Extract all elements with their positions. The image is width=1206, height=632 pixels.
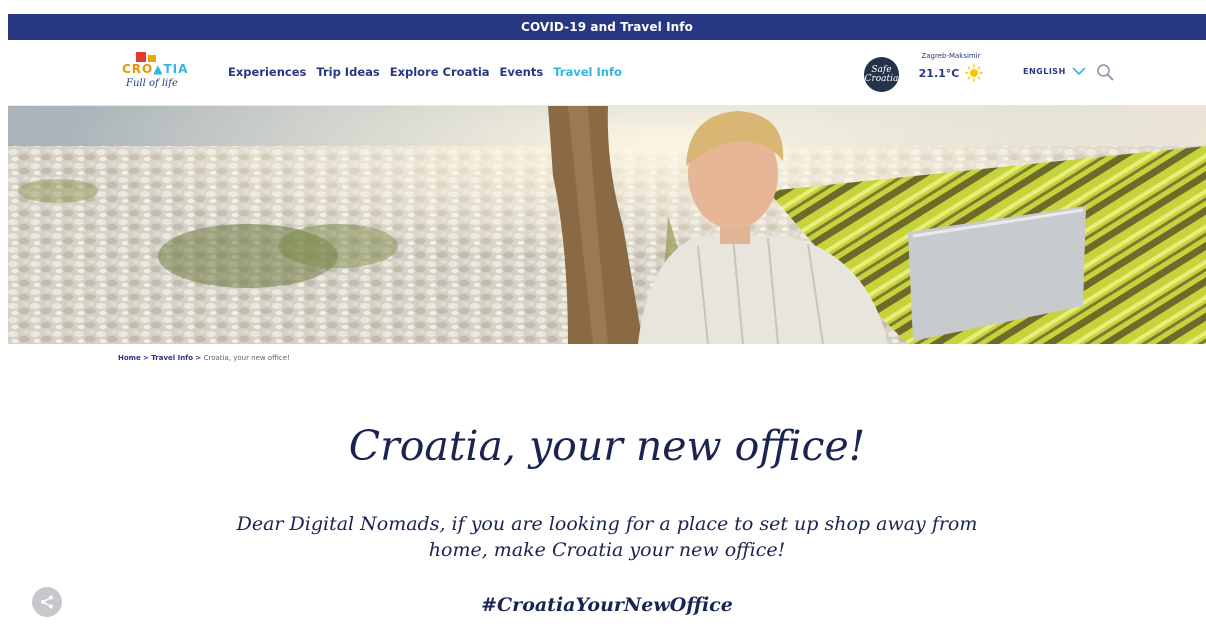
page-intro: Dear Digital Nomads, if you are looking … bbox=[236, 513, 978, 561]
breadcrumb-travel-info[interactable]: Travel Info bbox=[151, 354, 193, 362]
page-frame: COVID-19 and Travel Info CRO▲TIA Full of… bbox=[8, 14, 1206, 632]
sun-icon bbox=[965, 64, 984, 82]
weather-row: 21.1°C bbox=[916, 64, 986, 82]
breadcrumb-current: Croatia, your new office! bbox=[203, 354, 290, 362]
nav-item-experiences[interactable]: Experiences bbox=[228, 65, 306, 79]
nav-item-trip-ideas[interactable]: Trip Ideas bbox=[316, 65, 379, 79]
hero-image bbox=[8, 106, 1206, 344]
nav-item-travel-info[interactable]: Travel Info bbox=[553, 65, 622, 79]
logo-wordmark: CRO▲TIA bbox=[122, 62, 189, 76]
breadcrumb-home[interactable]: Home bbox=[118, 354, 141, 362]
safe-badge-text: Safe Croatia bbox=[864, 64, 899, 84]
search-icon[interactable] bbox=[1096, 63, 1114, 81]
page-title: Croatia, your new office! bbox=[348, 422, 866, 470]
logo-letter-a: ▲ bbox=[153, 62, 164, 76]
weather-temperature: 21.1°C bbox=[918, 66, 960, 80]
main-menu: Experiences Trip Ideas Explore Croatia E… bbox=[228, 65, 622, 79]
weather-widget[interactable]: Zagreb-Maksimir 21.1°C bbox=[916, 52, 986, 82]
hero-illustration bbox=[8, 106, 1206, 344]
safe-croatia-badge[interactable]: Safe Croatia bbox=[864, 57, 899, 92]
share-icon bbox=[41, 595, 53, 609]
language-label: ENGLISH bbox=[1023, 66, 1066, 76]
breadcrumb-separator-2: > bbox=[195, 354, 204, 362]
breadcrumb: Home > Travel Info > Croatia, your new o… bbox=[118, 354, 290, 362]
covid-banner[interactable]: COVID-19 and Travel Info bbox=[8, 14, 1206, 40]
share-button[interactable] bbox=[32, 587, 62, 617]
chevron-down-icon bbox=[1072, 67, 1086, 76]
nav-item-events[interactable]: Events bbox=[500, 65, 544, 79]
covid-banner-text[interactable]: COVID-19 and Travel Info bbox=[521, 20, 693, 34]
logo-tagline: Full of life bbox=[126, 78, 178, 89]
language-selector[interactable]: ENGLISH bbox=[1023, 66, 1086, 76]
top-navigation: CRO▲TIA Full of life Experiences Trip Id… bbox=[8, 40, 1206, 106]
weather-location: Zagreb-Maksimir bbox=[921, 52, 981, 60]
page-hashtag: #CroatiaYourNewOffice bbox=[481, 594, 733, 616]
croatia-logo[interactable]: CRO▲TIA Full of life bbox=[122, 52, 192, 92]
nav-item-explore-croatia[interactable]: Explore Croatia bbox=[390, 65, 490, 79]
